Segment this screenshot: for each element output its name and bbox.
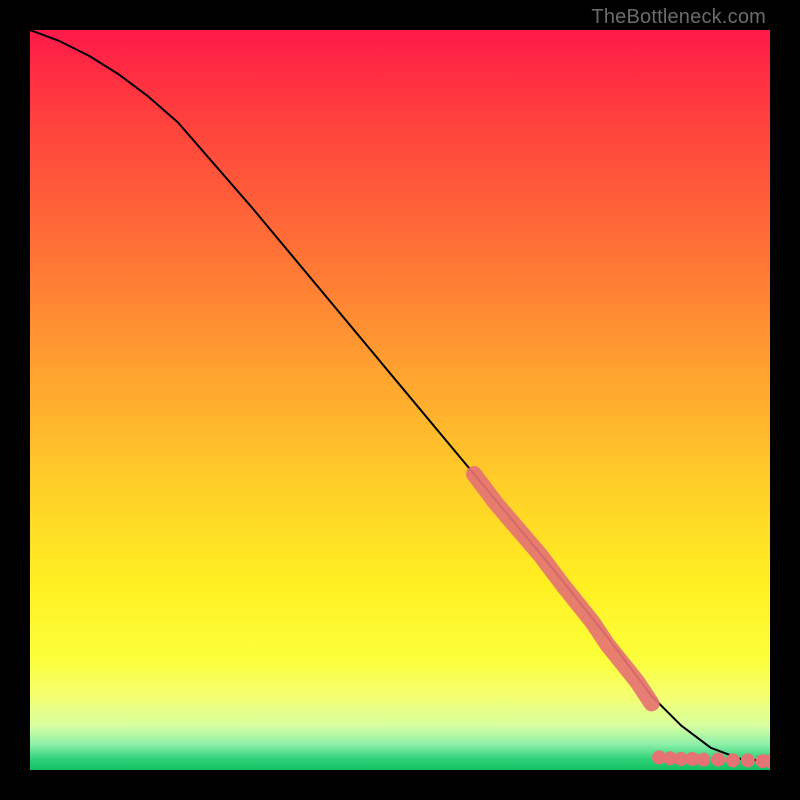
chart-plot-area [30,30,770,770]
chart-svg-layer [30,30,770,770]
chart-main-curve [30,30,770,761]
chart-tail-dots [652,750,770,768]
chart-overlay-segment [474,474,652,703]
watermark: TheBottleneck.com [591,6,766,29]
chart-stage: TheBottleneck.com [0,0,800,800]
chart-tail-dot [741,753,755,767]
chart-tail-dot [711,753,725,767]
chart-tail-dot [696,753,710,767]
chart-tail-dot [726,753,740,767]
